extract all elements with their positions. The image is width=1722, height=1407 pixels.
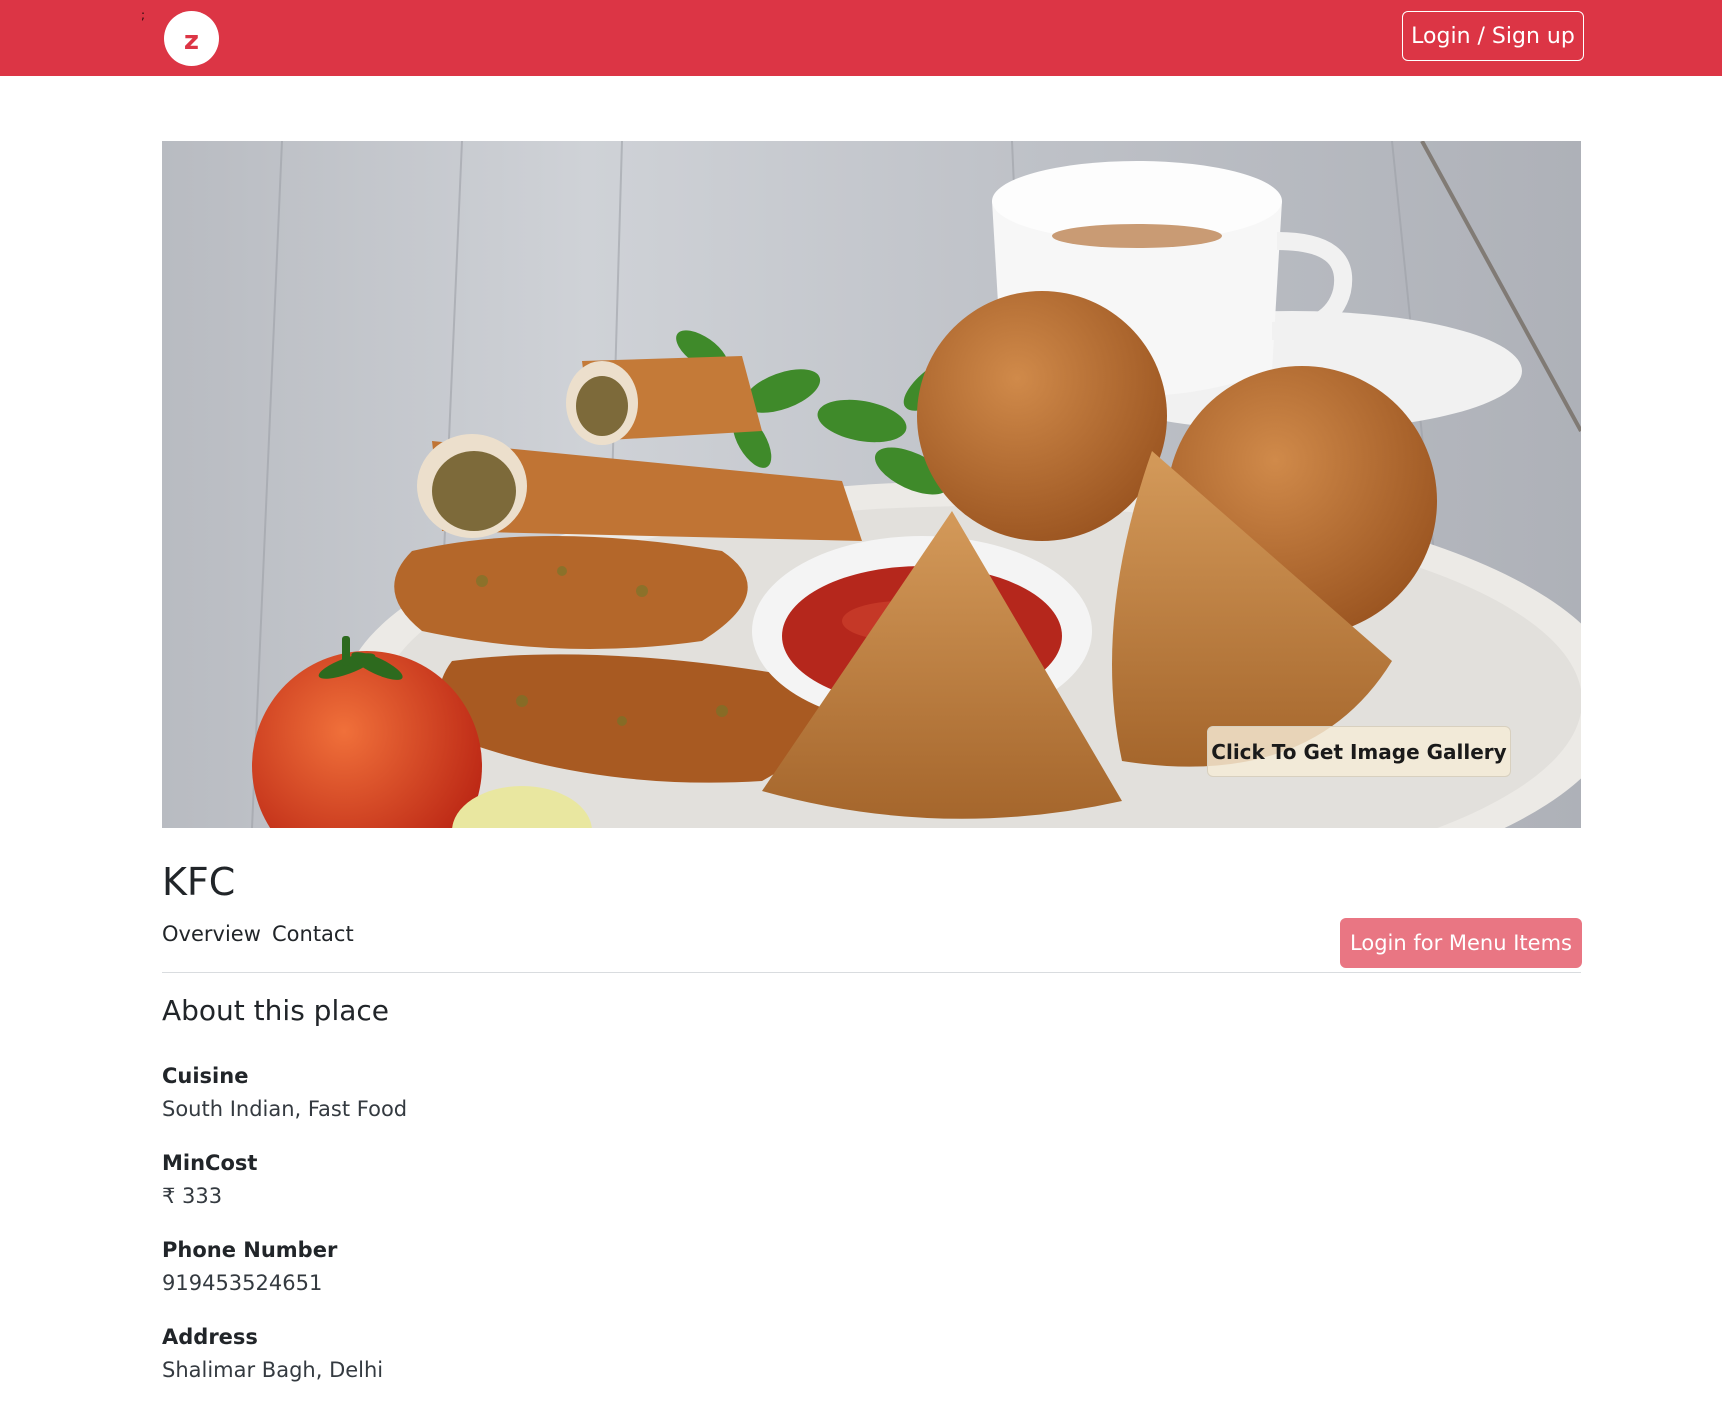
mincost-label: MinCost bbox=[162, 1151, 258, 1175]
cuisine-value: South Indian, Fast Food bbox=[162, 1097, 408, 1121]
restaurant-name: KFC bbox=[162, 860, 236, 904]
address-value: Shalimar Bagh, Delhi bbox=[162, 1358, 384, 1382]
image-gallery-button[interactable]: Click To Get Image Gallery bbox=[1207, 726, 1511, 777]
food-platter-photo bbox=[162, 141, 1581, 828]
logo-letter: z bbox=[183, 25, 200, 56]
tab-contact[interactable]: Contact bbox=[272, 922, 354, 946]
address-label: Address bbox=[162, 1325, 258, 1349]
logo[interactable]: z bbox=[164, 11, 219, 66]
top-navbar: ; z Login / Sign up bbox=[0, 0, 1722, 76]
phone-value: 919453524651 bbox=[162, 1271, 323, 1295]
tabs-divider bbox=[162, 972, 1581, 973]
login-signup-button[interactable]: Login / Sign up bbox=[1402, 11, 1584, 61]
login-for-menu-button[interactable]: Login for Menu Items bbox=[1340, 918, 1582, 968]
header-mark: ; bbox=[141, 8, 146, 22]
about-heading: About this place bbox=[162, 994, 390, 1027]
phone-label: Phone Number bbox=[162, 1238, 338, 1262]
tab-overview[interactable]: Overview bbox=[162, 922, 261, 946]
mincost-value: ₹ 333 bbox=[162, 1184, 223, 1208]
cuisine-label: Cuisine bbox=[162, 1064, 249, 1088]
hero-image: Click To Get Image Gallery bbox=[162, 141, 1581, 828]
